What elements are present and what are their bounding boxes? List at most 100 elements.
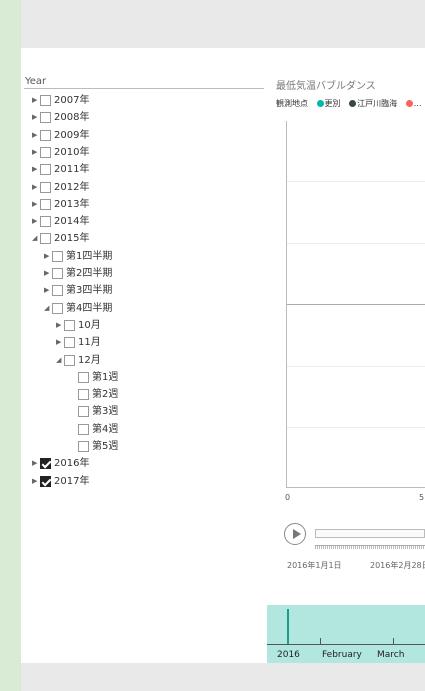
slicer-item-label: 2013年 xyxy=(54,198,90,210)
gridline xyxy=(287,181,425,182)
slicer-item-label: 2014年 xyxy=(54,216,90,228)
expand-arrow-icon xyxy=(70,386,78,403)
checkbox[interactable] xyxy=(40,475,51,487)
checkbox[interactable] xyxy=(40,216,51,228)
expand-arrow-icon[interactable]: ▶ xyxy=(44,248,52,265)
slicer-item-label: 2008年 xyxy=(54,112,90,124)
slicer-item-label: 2015年 xyxy=(54,233,90,245)
expand-arrow-icon[interactable]: ▶ xyxy=(32,473,40,490)
legend-item-sarabetsu[interactable]: 更別 xyxy=(316,99,341,108)
gridline xyxy=(287,427,425,428)
timeline-slicer[interactable]: 2016 February March xyxy=(267,605,425,663)
expand-arrow-icon xyxy=(70,421,78,438)
checkbox[interactable] xyxy=(40,233,51,245)
slicer-item-label: 第3週 xyxy=(92,406,119,418)
checkbox[interactable] xyxy=(40,112,51,124)
checkbox[interactable] xyxy=(40,95,51,106)
side-strip xyxy=(0,0,21,691)
expand-arrow-icon[interactable]: ▶ xyxy=(32,109,40,126)
checkbox[interactable] xyxy=(40,164,51,176)
slicer-item-label: 2010年 xyxy=(54,146,90,158)
expand-arrow-icon xyxy=(70,369,78,386)
expand-arrow-icon[interactable]: ▶ xyxy=(44,265,52,282)
slicer-item-label: 2009年 xyxy=(54,129,90,141)
slicer-item-label: 第5週 xyxy=(92,441,119,452)
legend-item-more[interactable]: … xyxy=(405,99,422,108)
timeline-tick xyxy=(320,638,321,644)
legend-dot-icon xyxy=(349,100,357,107)
expand-arrow-icon[interactable]: ▶ xyxy=(44,282,52,299)
checkbox[interactable] xyxy=(64,337,75,349)
slicer-item-label: 第3四半期 xyxy=(66,285,113,297)
checkbox[interactable] xyxy=(52,268,63,279)
timeline-tick xyxy=(393,638,394,644)
slicer-item-label: 第2週 xyxy=(92,389,119,401)
slicer-item-label: 第1四半期 xyxy=(66,250,113,262)
plot-area[interactable] xyxy=(286,121,425,488)
expand-arrow-icon[interactable]: ▶ xyxy=(32,127,40,144)
expand-arrow-icon[interactable]: ▶ xyxy=(32,92,40,109)
checkbox[interactable] xyxy=(52,285,63,297)
gridline xyxy=(287,366,425,367)
slicer-item-label: 第1週 xyxy=(92,371,119,383)
expand-arrow-icon[interactable]: ▶ xyxy=(32,179,40,196)
chart-title: 最低気温バブルダンス xyxy=(276,81,376,92)
checkbox[interactable] xyxy=(40,198,51,210)
timeline-handle[interactable] xyxy=(287,609,289,644)
slicer-item-label: 2007年 xyxy=(54,95,90,106)
slicer-item-label: 第4四半期 xyxy=(66,302,113,314)
checkbox[interactable] xyxy=(78,423,89,435)
expand-arrow-icon xyxy=(70,438,78,455)
legend-title: 観測地点 xyxy=(276,99,308,108)
checkbox[interactable] xyxy=(40,129,51,141)
expanded-arrow-icon[interactable]: ◢ xyxy=(56,352,64,369)
checkbox[interactable] xyxy=(78,441,89,452)
expand-arrow-icon[interactable]: ▶ xyxy=(32,161,40,178)
expand-arrow-icon[interactable]: ▶ xyxy=(32,196,40,213)
slicer-item-label: 2017年 xyxy=(54,475,90,487)
timeline-label: February xyxy=(322,650,362,660)
expanded-arrow-icon[interactable]: ◢ xyxy=(32,230,40,247)
play-axis-start-label: 2016年1月1日 xyxy=(287,561,342,570)
gridline xyxy=(287,243,425,244)
play-axis-label: 2016年2月28日 xyxy=(370,561,425,570)
slicer-item-label: 第2四半期 xyxy=(66,268,113,279)
slicer-item-label: 10月 xyxy=(78,319,101,331)
x-tick-label: 5 xyxy=(419,493,425,502)
timeline-label: March xyxy=(377,650,405,660)
x-tick-label: 0 xyxy=(285,493,291,502)
expand-arrow-icon[interactable]: ▶ xyxy=(56,317,64,334)
slicer-title: Year xyxy=(24,75,264,89)
legend-dot-icon xyxy=(316,100,324,107)
expand-arrow-icon[interactable]: ▶ xyxy=(32,144,40,161)
year-slicer: Year xyxy=(24,75,264,89)
expanded-arrow-icon[interactable]: ◢ xyxy=(44,300,52,317)
slicer-item-label: 12月 xyxy=(78,354,101,366)
expand-arrow-icon xyxy=(70,403,78,420)
chart-legend: 観測地点 更別 江戸川臨海 … xyxy=(276,98,422,109)
checkbox[interactable] xyxy=(52,302,63,314)
slicer-item-label: 2016年 xyxy=(54,458,90,470)
expand-arrow-icon[interactable]: ▶ xyxy=(32,455,40,472)
timeline-axis xyxy=(267,644,425,645)
slicer-item-label: 11月 xyxy=(78,337,101,349)
slicer-item-label: 第4週 xyxy=(92,423,119,435)
checkbox[interactable] xyxy=(64,319,75,331)
checkbox[interactable] xyxy=(78,389,89,401)
legend-item-edogawa[interactable]: 江戸川臨海 xyxy=(349,99,397,108)
slicer-item-label: 2011年 xyxy=(54,164,90,176)
checkbox[interactable] xyxy=(40,146,51,158)
play-axis-slider[interactable] xyxy=(315,529,425,538)
play-axis-ticks xyxy=(315,545,425,552)
checkbox[interactable] xyxy=(52,250,63,262)
expand-arrow-icon[interactable]: ▶ xyxy=(32,213,40,230)
play-icon[interactable] xyxy=(284,523,306,545)
checkbox[interactable] xyxy=(64,354,75,366)
checkbox[interactable] xyxy=(78,406,89,418)
checkbox[interactable] xyxy=(40,458,51,470)
slicer-item-label: 2012年 xyxy=(54,181,90,193)
zero-line xyxy=(287,304,425,305)
checkbox[interactable] xyxy=(78,371,89,383)
checkbox[interactable] xyxy=(40,181,51,193)
expand-arrow-icon[interactable]: ▶ xyxy=(56,334,64,351)
